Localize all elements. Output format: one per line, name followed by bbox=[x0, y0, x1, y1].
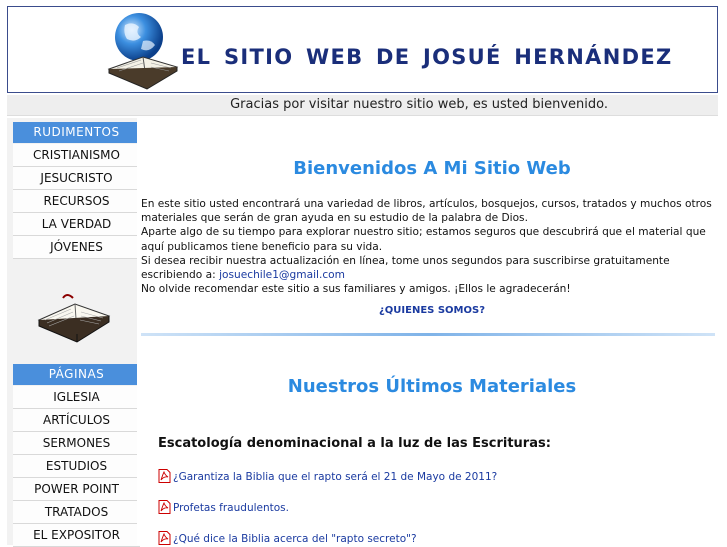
intro-text: En este sitio usted encontrará una varie… bbox=[141, 197, 719, 296]
globe-bible-icon bbox=[107, 13, 179, 90]
material-link-2[interactable]: Profetas fraudulentos. bbox=[158, 500, 289, 514]
sidebar-item-cristianismo[interactable]: CRISTIANISMO bbox=[13, 144, 140, 167]
material-link-1[interactable]: ¿Garantiza la Biblia que el rapto será e… bbox=[158, 469, 497, 483]
sidebar-item-iglesia[interactable]: IGLESIA bbox=[13, 386, 140, 409]
quienes-somos-link[interactable]: ¿QUIENES SOMOS? bbox=[137, 305, 727, 316]
materials-heading: Nuestros Últimos Materiales bbox=[287, 376, 577, 397]
sidebar-item-articulos[interactable]: ARTÍCULOS bbox=[13, 409, 140, 432]
material-title[interactable]: Profetas fraudulentos. bbox=[173, 502, 289, 514]
material-link-3[interactable]: ¿Qué dice la Biblia acerca del "rapto se… bbox=[158, 531, 417, 545]
material-title[interactable]: ¿Qué dice la Biblia acerca del "rapto se… bbox=[173, 533, 417, 545]
intro-paragraph-2: Aparte algo de su tiempo para explorar n… bbox=[141, 226, 706, 253]
material-title[interactable]: ¿Garantiza la Biblia que el rapto será e… bbox=[173, 471, 497, 483]
email-link[interactable]: josuechile1@gmail.com bbox=[219, 269, 345, 281]
sidebar-item-recursos[interactable]: RECURSOS bbox=[13, 190, 140, 213]
materials-subheading: Escatología denominacional a la luz de l… bbox=[158, 436, 551, 451]
welcome-heading: Bienvenidos A Mi Sitio Web bbox=[293, 158, 571, 179]
welcome-bar: Gracias por visitar nuestro sitio web, e… bbox=[7, 95, 718, 116]
sidebar-item-jesucristo[interactable]: JESUCRISTO bbox=[13, 167, 140, 190]
sidebar-section-paginas: PÁGINAS bbox=[13, 364, 140, 385]
sidebar-section-rudimentos: RUDIMENTOS bbox=[13, 122, 140, 143]
site-header: EL SITIO WEB DE JOSUÉ HERNÁNDEZ bbox=[7, 6, 718, 93]
open-bible-icon bbox=[37, 294, 111, 343]
sidebar-item-jovenes[interactable]: JÓVENES bbox=[13, 236, 140, 259]
sidebar-item-sermones[interactable]: SERMONES bbox=[13, 432, 140, 455]
intro-paragraph-1: En este sitio usted encontrará una varie… bbox=[141, 198, 712, 225]
pdf-icon bbox=[158, 469, 171, 483]
welcome-text: Gracias por visitar nuestro sitio web, e… bbox=[230, 97, 608, 112]
sidebar-item-estudios[interactable]: ESTUDIOS bbox=[13, 455, 140, 478]
section-divider bbox=[141, 333, 715, 336]
intro-paragraph-4: No olvide recomendar este sitio a sus fa… bbox=[141, 283, 571, 296]
pdf-icon bbox=[158, 531, 171, 545]
site-title: EL SITIO WEB DE JOSUÉ HERNÁNDEZ bbox=[181, 45, 673, 69]
sidebar: RUDIMENTOS CRISTIANISMO JESUCRISTO RECUR… bbox=[7, 118, 140, 547]
sidebar-item-tratados[interactable]: TRATADOS bbox=[13, 501, 140, 524]
main-content: Bienvenidos A Mi Sitio Web En este sitio… bbox=[137, 118, 727, 545]
sidebar-item-la-verdad[interactable]: LA VERDAD bbox=[13, 213, 140, 236]
sidebar-item-power-point[interactable]: POWER POINT bbox=[13, 478, 140, 501]
sidebar-item-el-expositor[interactable]: EL EXPOSITOR bbox=[13, 524, 140, 547]
pdf-icon bbox=[158, 500, 171, 514]
